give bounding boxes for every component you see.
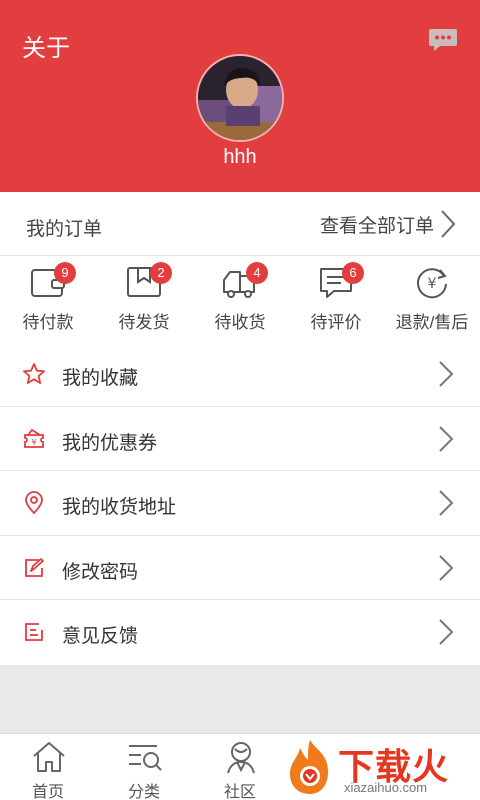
feedback-icon — [25, 623, 43, 641]
chevron-right-icon — [439, 619, 454, 645]
menu-item-favorites[interactable]: 我的收藏 — [0, 342, 480, 407]
chevron-right-icon — [439, 554, 454, 581]
order-pending-receipt[interactable]: 4 待收货 — [192, 256, 288, 342]
menu-item-change-password[interactable]: 修改密码 — [0, 536, 480, 600]
order-refund-aftersale[interactable]: ¥ 退款/售后 — [384, 256, 480, 342]
nav-label: 分类 — [127, 784, 160, 800]
badge-count: 4 — [246, 262, 268, 284]
nav-label: 社区 — [223, 784, 256, 800]
star-icon — [23, 363, 45, 384]
menu-item-label: 我的收藏 — [62, 368, 139, 389]
chevron-right-icon — [439, 361, 454, 387]
chevron-right-icon — [439, 490, 454, 516]
orders-header: 我的订单 查看全部订单 — [0, 192, 480, 256]
nav-item-category[interactable]: 分类 — [96, 734, 192, 800]
badge-count: 2 — [150, 262, 172, 284]
watermark-logo: 下载火 xiazaihuo.com — [282, 734, 480, 800]
avatar[interactable] — [196, 54, 284, 142]
order-pending-review[interactable]: 6 待评价 — [288, 256, 384, 342]
menu-item-feedback[interactable]: 意见反馈 — [0, 600, 480, 665]
order-status-label: 待发货 — [118, 313, 170, 332]
menu-item-coupons[interactable]: ¥ 我的优惠券 — [0, 407, 480, 471]
location-icon — [25, 491, 43, 515]
chevron-right-icon — [441, 210, 456, 238]
menu-item-label: 我的收货地址 — [62, 497, 177, 518]
username: hhh — [223, 146, 257, 168]
badge-count: 9 — [54, 262, 76, 284]
nav-item-community[interactable]: 社区 — [192, 734, 288, 800]
nav-item-home[interactable]: 首页 — [0, 734, 96, 800]
category-search-icon — [129, 745, 162, 771]
orders-title: 我的订单 — [26, 219, 103, 240]
view-all-orders-button[interactable]: 查看全部订单 — [320, 208, 456, 240]
chevron-right-icon — [439, 425, 454, 452]
edit-password-icon — [25, 557, 44, 577]
message-icon[interactable] — [428, 28, 458, 52]
community-icon — [227, 742, 255, 774]
refund-icon: ¥ — [417, 268, 447, 299]
watermark-url: xiazaihuo.com — [344, 780, 428, 795]
menu-item-label: 我的优惠券 — [62, 432, 158, 454]
home-icon — [33, 742, 65, 772]
about-link[interactable]: 关于 — [22, 28, 70, 63]
menu-item-address[interactable]: 我的收货地址 — [0, 471, 480, 536]
profile-header: 关于 hhh — [0, 0, 480, 192]
order-pending-payment[interactable]: 9 待付款 — [0, 256, 96, 342]
menu-item-label: 意见反馈 — [62, 626, 139, 647]
svg-text:¥: ¥ — [428, 276, 437, 292]
menu-list: 我的收藏 ¥ 我的优惠券 我的收货地址 修改密码 意见反馈 — [0, 342, 480, 665]
orders-section: 我的订单 查看全部订单 9 待付款 2 待发货 4 待收货 6 待评价 ¥ 退款… — [0, 192, 480, 342]
view-all-orders-label: 查看全部订单 — [319, 215, 434, 237]
order-pending-shipment[interactable]: 2 待发货 — [96, 256, 192, 342]
order-status-label: 待收货 — [214, 313, 266, 332]
badge-count: 6 — [342, 262, 364, 284]
order-status-label: 待付款 — [22, 313, 74, 332]
nav-label: 首页 — [31, 784, 64, 800]
flame-logo-icon — [290, 740, 328, 794]
order-status-label: 退款/售后 — [395, 313, 469, 332]
svg-text:¥: ¥ — [31, 438, 36, 447]
coupon-icon: ¥ — [24, 428, 44, 448]
menu-item-label: 修改密码 — [62, 561, 139, 583]
order-status-row: 9 待付款 2 待发货 4 待收货 6 待评价 ¥ 退款/售后 — [0, 256, 480, 342]
order-status-label: 待评价 — [310, 313, 362, 332]
